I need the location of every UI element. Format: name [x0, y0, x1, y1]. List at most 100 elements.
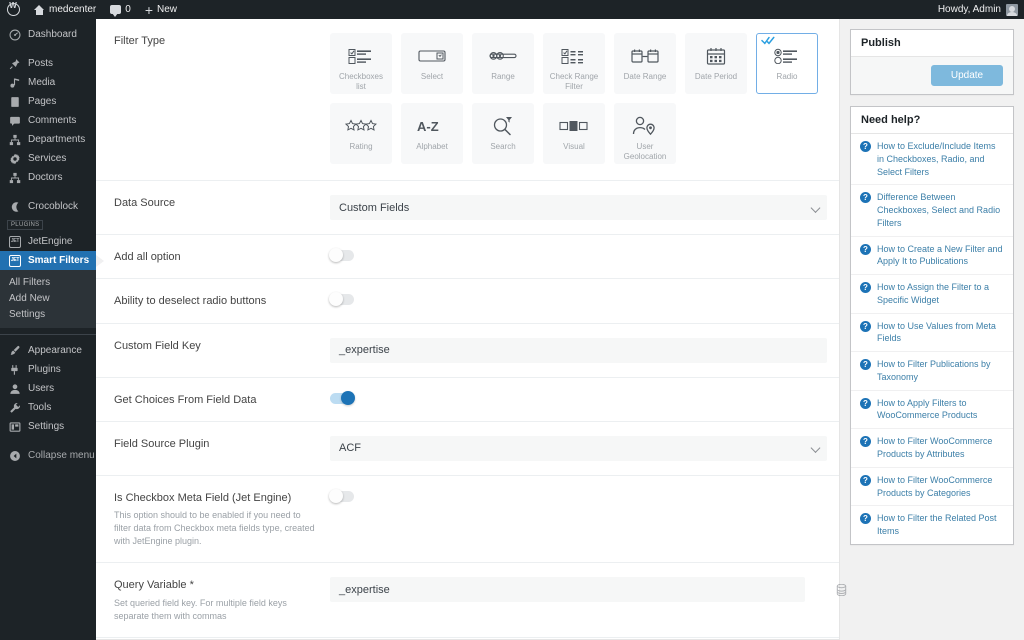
- submenu-item-all-filters[interactable]: All Filters: [0, 274, 96, 290]
- collapse-icon: [9, 450, 21, 462]
- page-icon: [9, 96, 21, 108]
- sidebar-item-media[interactable]: Media: [0, 73, 96, 92]
- add-all-option-label-cell: Add all option: [114, 249, 330, 264]
- svg-text:A-Z: A-Z: [417, 119, 439, 133]
- field-source-plugin-select[interactable]: ACF: [330, 435, 827, 461]
- help-link-item[interactable]: ? How to Apply Filters to WooCommerce Pr…: [851, 391, 1013, 430]
- checkbox-list-icon: [348, 45, 374, 67]
- filter-type-option-select[interactable]: Select: [401, 33, 463, 94]
- toggle-knob: [341, 390, 355, 405]
- sidebar-item-pages[interactable]: Pages: [0, 92, 96, 111]
- filter-type-option-date-range[interactable]: Date Range: [614, 33, 676, 94]
- submenu-item-add-new[interactable]: Add New: [0, 290, 96, 306]
- filter-type-option-label: Rating: [349, 142, 373, 151]
- filter-settings-panel: Filter Type Checkboxes list Select Range…: [96, 19, 847, 640]
- help-link-item[interactable]: ? Difference Between Checkboxes, Select …: [851, 185, 1013, 237]
- help-link-item[interactable]: ? How to Filter WooCommerce Products by …: [851, 468, 1013, 507]
- help-link-label: How to Create a New Filter and Apply It …: [877, 243, 1003, 267]
- sidebar-item-departments[interactable]: Departments: [0, 130, 96, 149]
- jet-badge-icon: JET: [9, 254, 21, 267]
- filter-type-option-label: Check Range Filter: [549, 72, 599, 91]
- networking-icon: [9, 172, 21, 184]
- filter-type-option-check-range-filter[interactable]: Check Range Filter: [543, 33, 605, 94]
- filter-type-option-visual[interactable]: Visual: [543, 103, 605, 164]
- sidebar-item-jetengine[interactable]: JET JetEngine: [0, 232, 96, 251]
- question-mark-icon: ?: [860, 474, 871, 486]
- query-variable-input[interactable]: _expertise: [330, 577, 805, 603]
- sidebar-item-label: Tools: [28, 401, 52, 413]
- new-content-button[interactable]: + New: [138, 0, 184, 19]
- field-source-plugin-label: Field Source Plugin: [114, 437, 210, 450]
- is-checkbox-meta-toggle[interactable]: [329, 488, 354, 503]
- filter-type-option-rating[interactable]: Rating: [330, 103, 392, 164]
- is-checkbox-meta-field: [329, 488, 827, 505]
- publish-box-title: Publish: [851, 30, 1013, 57]
- pin-icon: [9, 58, 21, 70]
- add-all-option-toggle[interactable]: [329, 248, 354, 262]
- help-link-label: How to Exclude/Include Items in Checkbox…: [877, 141, 996, 177]
- account-area[interactable]: Howdy, Admin: [938, 3, 1024, 16]
- sidebar-item-doctors[interactable]: Doctors: [0, 168, 96, 187]
- filter-type-option-radio[interactable]: Radio: [756, 33, 818, 94]
- filter-type-option-label: Search: [490, 142, 516, 151]
- sidebar-item-users[interactable]: Users: [0, 379, 96, 398]
- wrench-icon: [9, 402, 21, 414]
- filter-type-option-label: Visual: [563, 142, 585, 151]
- field-source-plugin-field: ACF: [330, 435, 827, 461]
- filter-type-label: Filter Type: [114, 35, 166, 47]
- publish-box: Publish Update: [850, 29, 1014, 95]
- help-link-item[interactable]: ? How to Assign the Filter to a Specific…: [851, 275, 1013, 314]
- comments-button[interactable]: 0: [103, 0, 138, 19]
- get-choices-label: Get Choices From Field Data: [114, 393, 257, 406]
- question-mark-icon: ?: [860, 192, 871, 204]
- filter-type-option-label: User Geolocation: [623, 142, 667, 161]
- smart-filters-submenu: All Filters Add New Settings: [0, 270, 96, 328]
- help-link-item[interactable]: ? How to Filter the Related Post Items: [851, 506, 1013, 544]
- help-link-label: How to Use Values from Meta Fields: [877, 320, 996, 344]
- alphabet-az-icon: A-Z: [417, 115, 447, 137]
- deselect-radio-toggle[interactable]: [329, 292, 354, 307]
- filter-type-option-checkboxes-list[interactable]: Checkboxes list: [330, 33, 392, 94]
- filter-type-option-user-geolocation[interactable]: User Geolocation: [614, 103, 676, 164]
- question-mark-icon: ?: [860, 397, 871, 409]
- sidebar-item-tools[interactable]: Tools: [0, 398, 96, 417]
- help-link-item[interactable]: ? How to Filter Publications by Taxonomy: [851, 352, 1013, 391]
- help-link-item[interactable]: ? How to Filter WooCommerce Products by …: [851, 429, 1013, 468]
- sidebar-item-comments[interactable]: Comments: [0, 111, 96, 130]
- filter-type-field: Checkboxes list Select Range Check Range…: [330, 33, 827, 164]
- sidebar-item-plugins[interactable]: Plugins: [0, 360, 96, 379]
- sidebar-item-label: Appearance: [28, 344, 82, 356]
- custom-field-key-field: _expertise: [330, 337, 827, 363]
- sidebar-item-crocoblock[interactable]: Crocoblock: [0, 197, 96, 216]
- question-mark-icon: ?: [860, 282, 871, 294]
- query-variable-label-cell: Query Variable * Set queried field key. …: [114, 577, 330, 622]
- row-field-source-plugin: Field Source Plugin ACF: [96, 422, 839, 476]
- help-link-item[interactable]: ? How to Use Values from Meta Fields: [851, 314, 1013, 353]
- sidebar-item-settings[interactable]: Settings: [0, 417, 96, 436]
- help-link-item[interactable]: ? How to Create a New Filter and Apply I…: [851, 237, 1013, 276]
- brush-icon: [9, 345, 21, 357]
- sidebar-item-services[interactable]: Services: [0, 149, 96, 168]
- calendar-icon: [706, 45, 726, 67]
- search-funnel-icon: [492, 115, 514, 137]
- update-button[interactable]: Update: [931, 65, 1003, 86]
- get-choices-toggle[interactable]: [330, 390, 355, 405]
- is-checkbox-meta-label-cell: Is Checkbox Meta Field (Jet Engine) This…: [114, 490, 330, 548]
- submenu-item-settings[interactable]: Settings: [0, 306, 96, 322]
- wordpress-logo-button[interactable]: [0, 0, 27, 19]
- site-name-button[interactable]: medcenter: [27, 0, 103, 19]
- sidebar-item-smart-filters[interactable]: JET Smart Filters: [0, 251, 104, 270]
- help-link-label: How to Apply Filters to WooCommerce Prod…: [877, 397, 978, 421]
- filter-type-option-alphabet[interactable]: A-Z Alphabet: [401, 103, 463, 164]
- sidebar-item-posts[interactable]: Posts: [0, 54, 96, 73]
- help-link-item[interactable]: ? How to Exclude/Include Items in Checkb…: [851, 134, 1013, 186]
- filter-type-option-range[interactable]: Range: [472, 33, 534, 94]
- data-source-select[interactable]: Custom Fields: [330, 195, 827, 220]
- collapse-menu-button[interactable]: Collapse menu: [0, 446, 96, 465]
- filter-type-option-search[interactable]: Search: [472, 103, 534, 164]
- custom-field-key-input[interactable]: _expertise: [330, 337, 827, 363]
- filter-type-option-date-period[interactable]: Date Period: [685, 33, 747, 94]
- sidebar-item-dashboard[interactable]: Dashboard: [0, 25, 96, 44]
- sidebar-item-appearance[interactable]: Appearance: [0, 341, 96, 360]
- filter-type-option-label: Date Range: [623, 72, 667, 81]
